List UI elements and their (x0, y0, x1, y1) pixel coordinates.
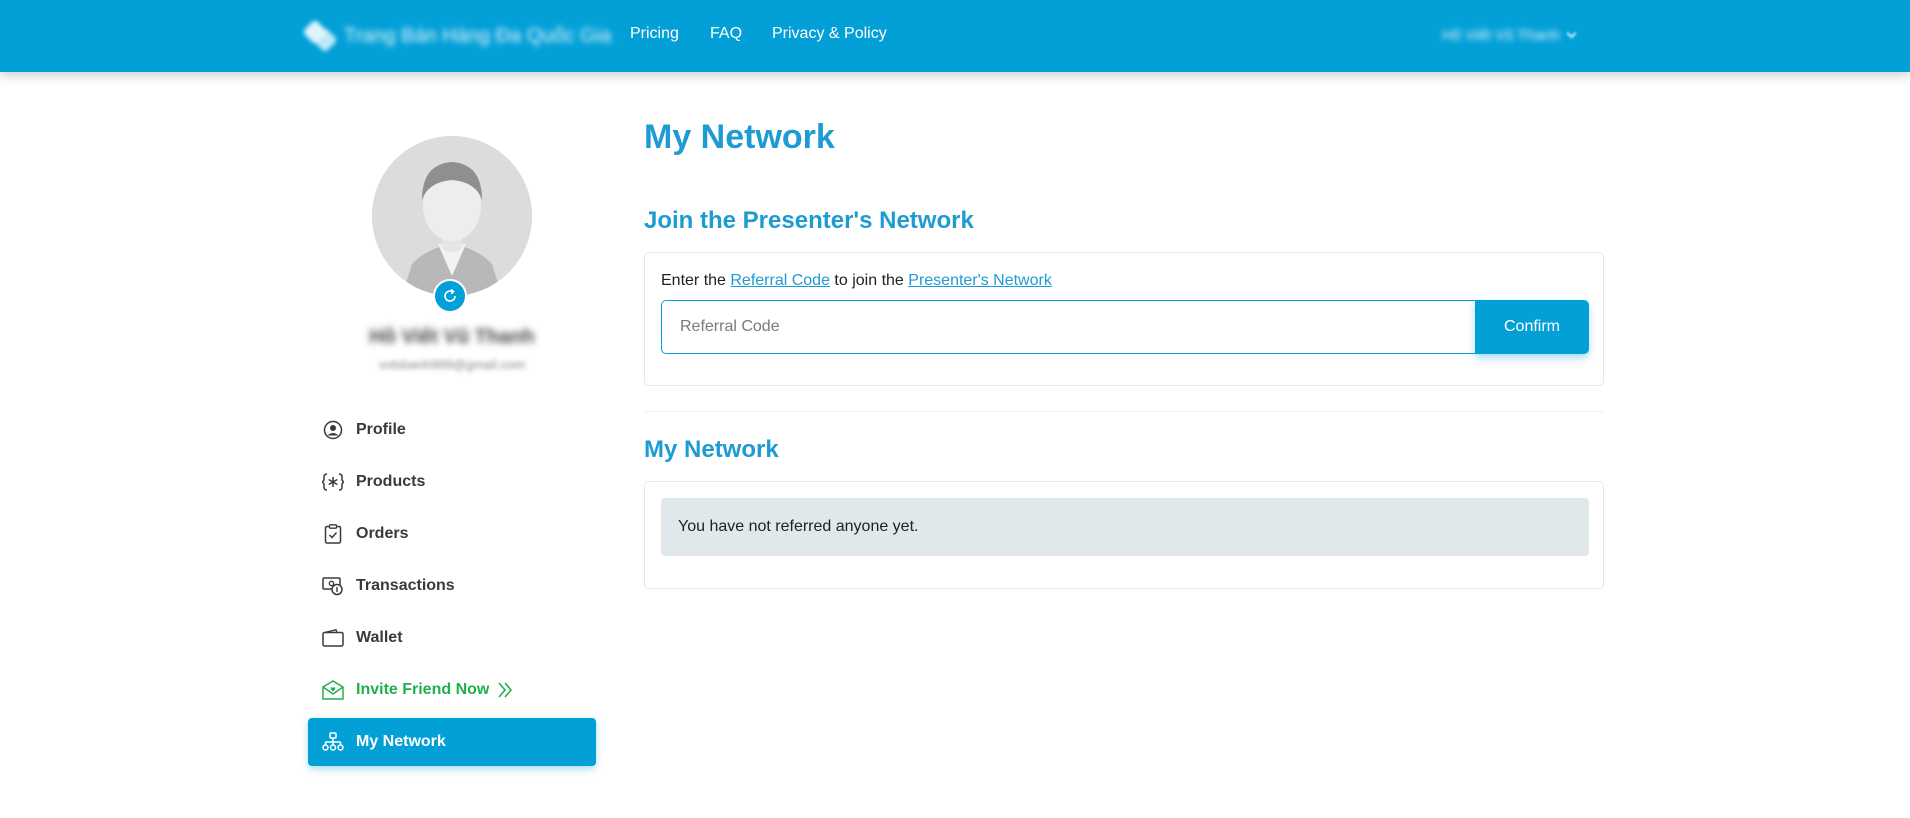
sidebar-item-label: Products (356, 473, 426, 490)
network-section-title: My Network (644, 436, 779, 463)
clipboard-check-icon (322, 523, 344, 545)
wallet-icon (322, 627, 344, 649)
sidebar-item-transactions[interactable]: Transactions (308, 562, 596, 610)
profile-email: vvtsbanh999@gmail.com (378, 357, 526, 372)
sidebar-item-wallet[interactable]: Wallet (308, 614, 596, 662)
profile-name: Hồ Viết Vũ Thanh (369, 326, 535, 348)
empty-network-alert: You have not referred anyone yet. (661, 498, 1589, 556)
brand-link[interactable]: Trang Bán Hàng Đa Quốc Gia (306, 18, 611, 54)
sidebar-item-label: Invite Friend Now (356, 681, 490, 698)
nav-pricing[interactable]: Pricing (630, 25, 679, 43)
avatar-placeholder-icon (372, 136, 532, 296)
brand-name: Trang Bán Hàng Đa Quốc Gia (344, 24, 612, 47)
user-menu-dropdown[interactable]: Hồ Viết Vũ Thanh (1442, 27, 1577, 44)
sidebar-item-my-network[interactable]: My Network (308, 718, 596, 766)
avatar-container (372, 136, 532, 313)
sidebar-item-label: Orders (356, 525, 409, 542)
referral-code-input[interactable] (661, 300, 1475, 354)
refresh-icon (444, 288, 456, 302)
top-navbar: Trang Bán Hàng Đa Quốc Gia Pricing FAQ P… (0, 0, 1910, 72)
join-network-card: Enter the Referral Code to join the Pres… (644, 252, 1604, 386)
double-chevron-right-icon (497, 681, 513, 699)
sidebar-item-label: Wallet (356, 629, 403, 646)
referral-code-link[interactable]: Referral Code (730, 272, 830, 289)
presenter-network-link[interactable]: Presenter's Network (908, 272, 1052, 289)
sidebar-item-label: My Network (356, 733, 446, 750)
brand-logo-icon (306, 21, 336, 51)
nav-faq[interactable]: FAQ (710, 25, 742, 43)
sidebar-item-products[interactable]: Products (308, 458, 596, 506)
referral-input-group: Confirm (661, 300, 1589, 354)
sidebar-item-label: Transactions (356, 577, 455, 594)
transactions-icon (322, 575, 344, 597)
nav-privacy-policy[interactable]: Privacy & Policy (772, 25, 887, 43)
join-text-middle: to join the (829, 272, 909, 289)
sidebar-item-label: Profile (356, 421, 406, 438)
join-text-before: Enter the (661, 272, 731, 289)
section-divider (644, 411, 1604, 412)
sidebar-item-invite-friend[interactable]: Invite Friend Now (308, 666, 596, 714)
join-section-title: Join the Presenter's Network (644, 207, 974, 234)
avatar (372, 136, 532, 296)
products-braces-icon (322, 471, 344, 493)
confirm-button[interactable]: Confirm (1475, 300, 1589, 354)
chevron-down-icon (1566, 28, 1577, 39)
sidebar-item-orders[interactable]: Orders (308, 510, 596, 558)
sidebar-item-profile[interactable]: Profile (308, 406, 596, 454)
user-menu-name: Hồ Viết Vũ Thanh (1442, 27, 1560, 44)
change-avatar-button[interactable] (433, 279, 467, 313)
network-icon (322, 731, 344, 753)
page-title: My Network (644, 118, 835, 156)
user-circle-icon (322, 419, 344, 441)
invite-envelope-icon (322, 679, 344, 701)
sidebar-menu: Profile Products Orders Transactions Wal… (308, 406, 596, 770)
join-instructions: Enter the Referral Code to join the Pres… (661, 272, 1052, 290)
my-network-card: You have not referred anyone yet. (644, 481, 1604, 589)
